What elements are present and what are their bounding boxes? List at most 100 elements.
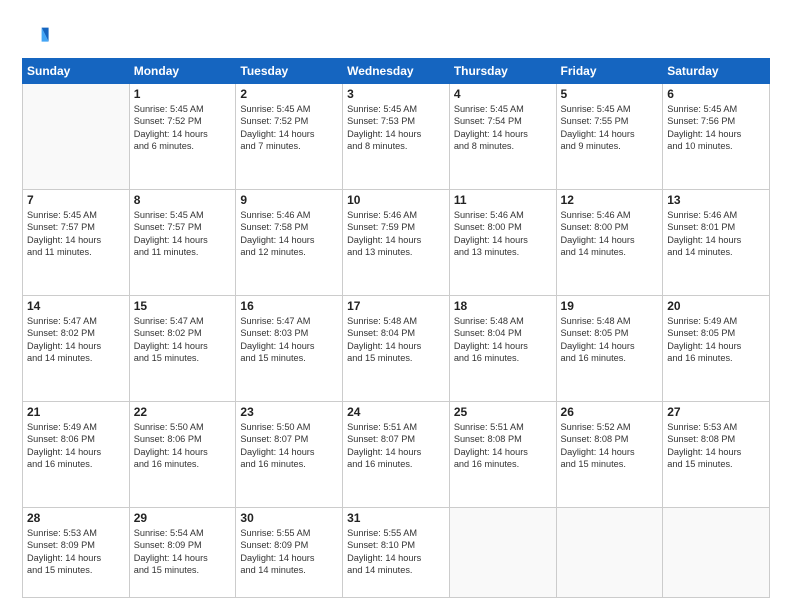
- cell-content: Sunrise: 5:55 AMSunset: 8:09 PMDaylight:…: [240, 527, 338, 577]
- cell-content: Sunrise: 5:51 AMSunset: 8:07 PMDaylight:…: [347, 421, 445, 471]
- day-number: 19: [561, 299, 659, 313]
- cell-content: Sunrise: 5:52 AMSunset: 8:08 PMDaylight:…: [561, 421, 659, 471]
- cell-content: Sunrise: 5:46 AMSunset: 8:00 PMDaylight:…: [454, 209, 552, 259]
- calendar-page: SundayMondayTuesdayWednesdayThursdayFrid…: [0, 0, 792, 612]
- calendar-cell: 31 Sunrise: 5:55 AMSunset: 8:10 PMDayligh…: [343, 507, 450, 597]
- calendar-cell: [449, 507, 556, 597]
- day-number: 10: [347, 193, 445, 207]
- calendar-cell: 29Sunrise: 5:54 AMSunset: 8:09 PMDayligh…: [129, 507, 236, 597]
- calendar-cell: [23, 84, 130, 190]
- day-number: 2: [240, 87, 338, 101]
- calendar-cell: 13 Sunrise: 5:46 AMSunset: 8:01 PMDayligh…: [663, 189, 770, 295]
- calendar-cell: 5 Sunrise: 5:45 AMSunset: 7:55 PMDaylight…: [556, 84, 663, 190]
- calendar-cell: [556, 507, 663, 597]
- calendar-cell: 17 Sunrise: 5:48 AMSunset: 8:04 PMDayligh…: [343, 295, 450, 401]
- calendar-cell: 18 Sunrise: 5:48 AMSunset: 8:04 PMDayligh…: [449, 295, 556, 401]
- calendar-cell: 12 Sunrise: 5:46 AMSunset: 8:00 PMDayligh…: [556, 189, 663, 295]
- calendar-cell: 15Sunrise: 5:47 AMSunset: 8:02 PMDayligh…: [129, 295, 236, 401]
- day-number: 21: [27, 405, 125, 419]
- cell-content: Sunrise: 5:55 AMSunset: 8:10 PMDaylight:…: [347, 527, 445, 577]
- cell-content: Sunrise: 5:50 AMSunset: 8:07 PMDaylight:…: [240, 421, 338, 471]
- calendar-week-row: 21 Sunrise: 5:49 AMSunset: 8:06 PMDayligh…: [23, 401, 770, 507]
- day-number: 16: [240, 299, 338, 313]
- day-header-wednesday: Wednesday: [343, 59, 450, 84]
- day-number: 26: [561, 405, 659, 419]
- cell-content: Sunrise: 5:46 AMSunset: 8:01 PMDaylight:…: [667, 209, 765, 259]
- calendar-week-row: 28 Sunrise: 5:53 AMSunset: 8:09 PMDayligh…: [23, 507, 770, 597]
- cell-content: Sunrise: 5:47 AMSunset: 8:02 PMDaylight:…: [134, 315, 232, 365]
- day-header-friday: Friday: [556, 59, 663, 84]
- cell-content: Sunrise: 5:49 AMSunset: 8:05 PMDaylight:…: [667, 315, 765, 365]
- calendar-cell: 28 Sunrise: 5:53 AMSunset: 8:09 PMDayligh…: [23, 507, 130, 597]
- day-number: 23: [240, 405, 338, 419]
- day-number: 4: [454, 87, 552, 101]
- day-number: 17: [347, 299, 445, 313]
- header-area: [22, 18, 770, 50]
- calendar-week-row: 14Sunrise: 5:47 AMSunset: 8:02 PMDayligh…: [23, 295, 770, 401]
- cell-content: Sunrise: 5:53 AMSunset: 8:08 PMDaylight:…: [667, 421, 765, 471]
- calendar-cell: 30 Sunrise: 5:55 AMSunset: 8:09 PMDayligh…: [236, 507, 343, 597]
- logo: [22, 22, 54, 50]
- cell-content: Sunrise: 5:54 AMSunset: 8:09 PMDaylight:…: [134, 527, 232, 577]
- cell-content: Sunrise: 5:45 AMSunset: 7:53 PMDaylight:…: [347, 103, 445, 153]
- cell-content: Sunrise: 5:48 AMSunset: 8:04 PMDaylight:…: [347, 315, 445, 365]
- cell-content: Sunrise: 5:45 AMSunset: 7:52 PMDaylight:…: [240, 103, 338, 153]
- day-number: 20: [667, 299, 765, 313]
- cell-content: Sunrise: 5:45 AMSunset: 7:57 PMDaylight:…: [134, 209, 232, 259]
- calendar-cell: 20 Sunrise: 5:49 AMSunset: 8:05 PMDayligh…: [663, 295, 770, 401]
- calendar-cell: 25 Sunrise: 5:51 AMSunset: 8:08 PMDayligh…: [449, 401, 556, 507]
- calendar-table: SundayMondayTuesdayWednesdayThursdayFrid…: [22, 58, 770, 598]
- calendar-cell: [663, 507, 770, 597]
- day-number: 31: [347, 511, 445, 525]
- day-number: 7: [27, 193, 125, 207]
- calendar-cell: 22 Sunrise: 5:50 AMSunset: 8:06 PMDayligh…: [129, 401, 236, 507]
- calendar-cell: 9 Sunrise: 5:46 AMSunset: 7:58 PMDaylight…: [236, 189, 343, 295]
- day-number: 5: [561, 87, 659, 101]
- day-number: 18: [454, 299, 552, 313]
- day-number: 25: [454, 405, 552, 419]
- cell-content: Sunrise: 5:46 AMSunset: 8:00 PMDaylight:…: [561, 209, 659, 259]
- calendar-cell: 1Sunrise: 5:45 AMSunset: 7:52 PMDaylight…: [129, 84, 236, 190]
- day-number: 12: [561, 193, 659, 207]
- cell-content: Sunrise: 5:45 AMSunset: 7:56 PMDaylight:…: [667, 103, 765, 153]
- day-number: 22: [134, 405, 232, 419]
- day-number: 24: [347, 405, 445, 419]
- cell-content: Sunrise: 5:45 AMSunset: 7:54 PMDaylight:…: [454, 103, 552, 153]
- calendar-header-row: SundayMondayTuesdayWednesdayThursdayFrid…: [23, 59, 770, 84]
- day-number: 3: [347, 87, 445, 101]
- calendar-cell: 21 Sunrise: 5:49 AMSunset: 8:06 PMDayligh…: [23, 401, 130, 507]
- cell-content: Sunrise: 5:53 AMSunset: 8:09 PMDaylight:…: [27, 527, 125, 577]
- calendar-cell: 19 Sunrise: 5:48 AMSunset: 8:05 PMDayligh…: [556, 295, 663, 401]
- calendar-cell: 27Sunrise: 5:53 AMSunset: 8:08 PMDayligh…: [663, 401, 770, 507]
- cell-content: Sunrise: 5:51 AMSunset: 8:08 PMDaylight:…: [454, 421, 552, 471]
- cell-content: Sunrise: 5:47 AMSunset: 8:02 PMDaylight:…: [27, 315, 125, 365]
- logo-icon: [22, 22, 50, 50]
- day-header-sunday: Sunday: [23, 59, 130, 84]
- calendar-cell: 16 Sunrise: 5:47 AMSunset: 8:03 PMDayligh…: [236, 295, 343, 401]
- cell-content: Sunrise: 5:45 AMSunset: 7:52 PMDaylight:…: [134, 103, 232, 153]
- cell-content: Sunrise: 5:49 AMSunset: 8:06 PMDaylight:…: [27, 421, 125, 471]
- day-header-monday: Monday: [129, 59, 236, 84]
- cell-content: Sunrise: 5:46 AMSunset: 7:59 PMDaylight:…: [347, 209, 445, 259]
- calendar-cell: 7 Sunrise: 5:45 AMSunset: 7:57 PMDaylight…: [23, 189, 130, 295]
- day-number: 28: [27, 511, 125, 525]
- calendar-cell: 10 Sunrise: 5:46 AMSunset: 7:59 PMDayligh…: [343, 189, 450, 295]
- cell-content: Sunrise: 5:46 AMSunset: 7:58 PMDaylight:…: [240, 209, 338, 259]
- calendar-cell: 11 Sunrise: 5:46 AMSunset: 8:00 PMDayligh…: [449, 189, 556, 295]
- day-header-saturday: Saturday: [663, 59, 770, 84]
- calendar-cell: 26 Sunrise: 5:52 AMSunset: 8:08 PMDayligh…: [556, 401, 663, 507]
- cell-content: Sunrise: 5:45 AMSunset: 7:57 PMDaylight:…: [27, 209, 125, 259]
- calendar-week-row: 7 Sunrise: 5:45 AMSunset: 7:57 PMDaylight…: [23, 189, 770, 295]
- day-number: 9: [240, 193, 338, 207]
- day-number: 30: [240, 511, 338, 525]
- calendar-cell: 23 Sunrise: 5:50 AMSunset: 8:07 PMDayligh…: [236, 401, 343, 507]
- day-number: 13: [667, 193, 765, 207]
- cell-content: Sunrise: 5:45 AMSunset: 7:55 PMDaylight:…: [561, 103, 659, 153]
- calendar-cell: 24 Sunrise: 5:51 AMSunset: 8:07 PMDayligh…: [343, 401, 450, 507]
- cell-content: Sunrise: 5:47 AMSunset: 8:03 PMDaylight:…: [240, 315, 338, 365]
- calendar-week-row: 1Sunrise: 5:45 AMSunset: 7:52 PMDaylight…: [23, 84, 770, 190]
- day-number: 11: [454, 193, 552, 207]
- cell-content: Sunrise: 5:50 AMSunset: 8:06 PMDaylight:…: [134, 421, 232, 471]
- cell-content: Sunrise: 5:48 AMSunset: 8:05 PMDaylight:…: [561, 315, 659, 365]
- cell-content: Sunrise: 5:48 AMSunset: 8:04 PMDaylight:…: [454, 315, 552, 365]
